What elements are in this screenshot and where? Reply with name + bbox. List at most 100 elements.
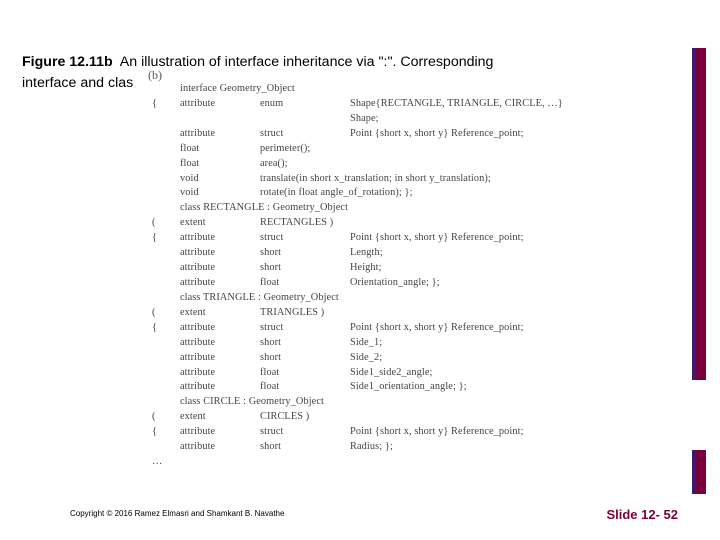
code-col-keyword: attribute: [180, 246, 260, 261]
code-col-type: perimeter();: [260, 142, 350, 157]
code-col-type: short: [260, 351, 350, 366]
code-col-brace: [152, 127, 180, 142]
code-col-brace: [152, 246, 180, 261]
code-col-value: Side1_side2_angle;: [350, 366, 432, 381]
code-span-line: class TRIANGLE : Geometry_Object: [180, 291, 339, 306]
code-col-keyword: attribute: [180, 321, 260, 336]
code-col-keyword: attribute: [180, 261, 260, 276]
code-col-brace: {: [152, 97, 180, 112]
code-col-brace: …: [152, 455, 180, 470]
figure-label: Figure 12.11b: [22, 54, 113, 70]
code-col-brace: [152, 201, 180, 216]
code-col-brace: [152, 336, 180, 351]
code-col-type: float: [260, 380, 350, 395]
code-col-brace: [152, 366, 180, 381]
code-col-keyword: float: [180, 142, 260, 157]
code-col-keyword: [180, 112, 260, 127]
code-col-brace: [152, 440, 180, 455]
code-col-keyword: extent: [180, 216, 260, 231]
code-row: floatperimeter();: [152, 142, 563, 157]
code-col-rest: rotate(in float angle_of_rotation); };: [260, 186, 413, 201]
code-row: attributestructPoint {short x, short y} …: [152, 127, 563, 142]
code-col-type: TRIANGLES ): [260, 306, 350, 321]
code-row: {attributestructPoint {short x, short y}…: [152, 425, 563, 440]
code-col-type: RECTANGLES ): [260, 216, 350, 231]
code-col-value: Point {short x, short y} Reference_point…: [350, 321, 524, 336]
code-col-brace: [152, 351, 180, 366]
code-col-type: struct: [260, 425, 350, 440]
copyright-text: Copyright © 2016 Ramez Elmasri and Shamk…: [70, 509, 284, 518]
code-row: attributefloatSide1_side2_angle;: [152, 366, 563, 381]
code-row: class RECTANGLE : Geometry_Object: [152, 201, 563, 216]
code-col-keyword: attribute: [180, 127, 260, 142]
code-row: class CIRCLE : Geometry_Object: [152, 395, 563, 410]
code-col-value: Side_1;: [350, 336, 382, 351]
code-col-value: Shape{RECTANGLE, TRIANGLE, CIRCLE, …}: [350, 97, 563, 112]
code-row: attributeshortHeight;: [152, 261, 563, 276]
code-col-type: struct: [260, 231, 350, 246]
code-col-value: Height;: [350, 261, 382, 276]
code-col-value: Orientation_angle; };: [350, 276, 440, 291]
code-col-type: float: [260, 276, 350, 291]
code-row: attributeshortLength;: [152, 246, 563, 261]
code-col-keyword: extent: [180, 306, 260, 321]
code-col-brace: [152, 142, 180, 157]
code-row: {attributeenumShape{RECTANGLE, TRIANGLE,…: [152, 97, 563, 112]
accent-stripe-gap: [692, 380, 706, 450]
code-col-brace: {: [152, 321, 180, 336]
code-row: attributeshortSide_1;: [152, 336, 563, 351]
code-col-brace: (: [152, 410, 180, 425]
caption-line1: An illustration of interface inheritance…: [120, 54, 494, 70]
code-col-keyword: attribute: [180, 440, 260, 455]
code-col-brace: (: [152, 216, 180, 231]
code-span-line: interface Geometry_Object: [180, 82, 295, 97]
code-col-value: Point {short x, short y} Reference_point…: [350, 425, 524, 440]
code-col-type: [260, 455, 350, 470]
code-block: interface Geometry_Object{attributeenumS…: [152, 82, 563, 470]
code-col-keyword: extent: [180, 410, 260, 425]
slide: Figure 12.11b An illustration of interfa…: [0, 0, 720, 540]
code-col-brace: [152, 186, 180, 201]
code-col-type: short: [260, 440, 350, 455]
code-col-brace: [152, 395, 180, 410]
code-col-keyword: attribute: [180, 380, 260, 395]
code-col-value: Radius; };: [350, 440, 393, 455]
code-col-type: short: [260, 336, 350, 351]
caption-line2: interface and clas: [22, 75, 133, 91]
slide-number: Slide 12- 52: [606, 507, 678, 522]
code-row: voidrotate(in float angle_of_rotation); …: [152, 186, 563, 201]
code-row: {attributestructPoint {short x, short y}…: [152, 231, 563, 246]
code-col-type: enum: [260, 97, 350, 112]
code-col-brace: [152, 172, 180, 187]
code-col-value: Side1_orientation_angle; };: [350, 380, 467, 395]
code-col-keyword: attribute: [180, 276, 260, 291]
code-col-value: Point {short x, short y} Reference_point…: [350, 127, 524, 142]
code-row: class TRIANGLE : Geometry_Object: [152, 291, 563, 306]
code-col-keyword: attribute: [180, 97, 260, 112]
code-col-type: short: [260, 246, 350, 261]
code-col-brace: {: [152, 425, 180, 440]
code-row: attributefloatOrientation_angle; };: [152, 276, 563, 291]
code-row: voidtranslate(in short x_translation; in…: [152, 172, 563, 187]
code-row: (extentRECTANGLES ): [152, 216, 563, 231]
code-row: floatarea();: [152, 157, 563, 172]
code-col-type: [260, 112, 350, 127]
code-row: …: [152, 455, 563, 470]
subfigure-label: (b): [148, 68, 162, 83]
code-col-brace: [152, 261, 180, 276]
code-row: (extentCIRCLES ): [152, 410, 563, 425]
code-col-type: area();: [260, 157, 350, 172]
code-row: attributefloatSide1_orientation_angle; }…: [152, 380, 563, 395]
code-col-type: float: [260, 366, 350, 381]
code-col-value: Side_2;: [350, 351, 382, 366]
code-col-brace: {: [152, 231, 180, 246]
code-col-brace: [152, 380, 180, 395]
code-col-keyword: attribute: [180, 425, 260, 440]
code-col-brace: [152, 276, 180, 291]
code-col-type: short: [260, 261, 350, 276]
code-col-brace: [152, 112, 180, 127]
code-row: (extentTRIANGLES ): [152, 306, 563, 321]
code-span-line: class RECTANGLE : Geometry_Object: [180, 201, 348, 216]
code-col-keyword: attribute: [180, 231, 260, 246]
code-col-keyword: [180, 455, 260, 470]
